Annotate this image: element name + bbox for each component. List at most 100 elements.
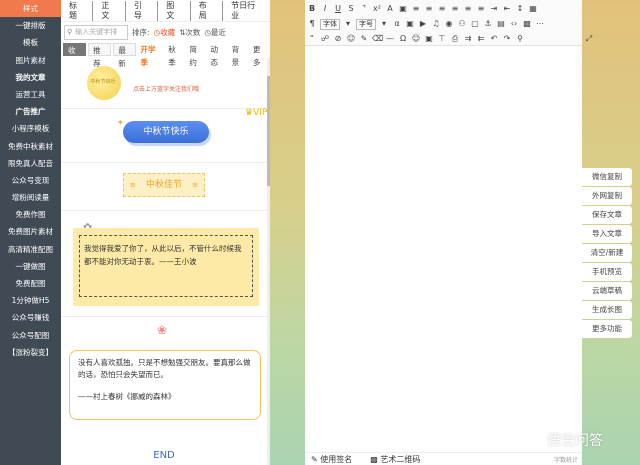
art-qrcode-button[interactable]: ▩ 艺术二维码 [370, 454, 420, 465]
print-icon[interactable]: ⎙ [450, 34, 460, 44]
tab-latest[interactable]: 最新 [113, 43, 137, 68]
sidebar-item-mini-program[interactable]: 小程序模板 [0, 120, 61, 137]
fullscreen-icon[interactable]: ⤢ [584, 34, 594, 44]
sidebar-item-fission[interactable]: 【涨粉裂变】 [0, 344, 61, 361]
frame-icon[interactable]: ▢ [470, 19, 480, 29]
video-icon[interactable]: ▶ [418, 19, 428, 29]
strike-icon[interactable]: S [346, 4, 356, 14]
sidebar-item-earn[interactable]: 公众号赚钱 [0, 309, 61, 326]
more-functions-button[interactable]: 更多功能 [582, 320, 632, 338]
sidebar-item-free-match[interactable]: 免费配图 [0, 275, 61, 292]
sidebar-item-account-images[interactable]: 公众号配图 [0, 327, 61, 344]
nav-festival[interactable]: 节日行业 [223, 1, 270, 21]
tab-recommended[interactable]: 推荐 [88, 43, 112, 68]
undo-icon[interactable]: ↶ [489, 34, 499, 44]
more-icon[interactable]: ⋯ [535, 19, 545, 29]
clear-new-button[interactable]: 清空/新建 [582, 244, 632, 262]
sidebar-item-one-click-draw[interactable]: 一键做图 [0, 258, 61, 275]
bullet-list-icon[interactable]: ≡ [424, 4, 434, 14]
sidebar-item-h5[interactable]: 1分钟做H5 [0, 292, 61, 309]
align-right-icon[interactable]: ≡ [463, 4, 473, 14]
clear-format-icon[interactable]: ⌫ [372, 34, 383, 44]
use-signature-button[interactable]: ✎ 使用签名 [311, 454, 352, 465]
tab-autumn[interactable]: 秋季 [164, 43, 185, 67]
font-size-select[interactable]: 字号 [356, 18, 376, 30]
emotion-icon[interactable]: ☺ [346, 34, 356, 44]
justify-icon[interactable]: ≡ [476, 4, 486, 14]
sidebar-item-hd-images[interactable]: 高清精准配图 [0, 241, 61, 258]
sidebar-item-monetize[interactable]: 公众号变现 [0, 172, 61, 189]
direction-rtl-icon[interactable]: ⇇ [476, 34, 486, 44]
italic-icon[interactable]: I [320, 4, 330, 14]
tab-simple[interactable]: 简约 [185, 43, 206, 67]
format-painter-icon[interactable]: ✎ [359, 34, 369, 44]
outdent-icon[interactable]: ⇤ [502, 4, 512, 14]
mobile-preview-button[interactable]: 手机预览 [582, 263, 632, 281]
sidebar-item-my-articles[interactable]: 我的文章 [0, 69, 61, 86]
nav-graphic[interactable]: 图文 [158, 0, 191, 21]
superscript-icon[interactable]: x² [372, 4, 382, 14]
sidebar-item-free-images[interactable]: 免费图片素材 [0, 223, 61, 240]
music-icon[interactable]: ♫ [431, 19, 441, 29]
sidebar-item-template[interactable]: 模板 [0, 34, 61, 51]
sidebar-item-free-draw[interactable]: 免费作图 [0, 206, 61, 223]
sidebar-item-style[interactable]: 样式 [0, 0, 61, 18]
nav-guide[interactable]: 引导 [126, 0, 159, 21]
wechat-copy-button[interactable]: 微信复制 [582, 168, 632, 186]
align-center-icon[interactable]: ≡ [450, 4, 460, 14]
chart-icon[interactable]: ▩ [522, 19, 532, 29]
sidebar-item-voice[interactable]: 限免真人配音 [0, 155, 61, 172]
omega-icon[interactable]: Ω [398, 34, 408, 44]
tab-dynamic[interactable]: 动态 [207, 43, 228, 67]
cloud-draft-button[interactable]: 云端草稿 [582, 282, 632, 300]
paragraph-icon[interactable]: ¶ [307, 19, 317, 29]
case-icon[interactable]: α [392, 19, 402, 29]
tab-background[interactable]: 背景 [228, 43, 249, 67]
highlight-icon[interactable]: ▣ [398, 4, 408, 14]
date-icon[interactable]: ▣ [424, 34, 434, 44]
import-article-button[interactable]: 导入文章 [582, 225, 632, 243]
font-family-select[interactable]: 字体 [320, 18, 340, 30]
line-height-icon[interactable]: ↕ [515, 4, 525, 14]
direction-ltr-icon[interactable]: ⇉ [463, 34, 473, 44]
style-item-moon-banner[interactable]: 中秋节快乐 点击上方蓝字关注我们哦 [61, 60, 267, 104]
editor-content-area[interactable] [305, 46, 582, 452]
nav-body[interactable]: 正文 [93, 0, 126, 21]
sort-recent[interactable]: ◷ 最近 [204, 27, 226, 38]
sidebar-item-free-material[interactable]: 免费中秋素材 [0, 138, 61, 155]
code-icon[interactable]: ‹› [509, 19, 519, 29]
tab-school-season[interactable]: 开学季 [136, 43, 164, 67]
search-input[interactable]: ⚲ 输入关键字排 [64, 24, 128, 40]
smiley-icon[interactable]: ☺ [411, 34, 421, 44]
attachment-icon[interactable]: ⚇ [457, 19, 467, 29]
sidebar-item-one-click[interactable]: 一键排版 [0, 17, 61, 34]
map-icon[interactable]: ◉ [444, 19, 454, 29]
table-icon[interactable]: ▦ [528, 4, 538, 14]
font-color-icon[interactable]: A [385, 4, 395, 14]
word-count[interactable]: 字数统计 [554, 455, 578, 464]
search-replace-icon[interactable]: ⚲ [515, 34, 525, 44]
link-icon[interactable]: ☍ [320, 34, 330, 44]
sidebar-item-images[interactable]: 图片素材 [0, 52, 61, 69]
style-item-quote-box[interactable]: 我觉得我爱了你了，从此以后，不管什么时候我都不能对你无动于衷。——王小波 [73, 228, 259, 306]
external-copy-button[interactable]: 外网复制 [582, 187, 632, 205]
long-image-button[interactable]: 生成长图 [582, 301, 632, 319]
scroll-thumb[interactable] [267, 76, 270, 186]
unlink-icon[interactable]: ⊘ [333, 34, 343, 44]
panel-scrollbar[interactable] [267, 58, 270, 465]
redo-icon[interactable]: ↷ [502, 34, 512, 44]
bold-icon[interactable]: B [307, 4, 317, 14]
sidebar-item-fans[interactable]: 增粉阅读量 [0, 189, 61, 206]
sort-favorites[interactable]: ◷ 收藏 [154, 27, 176, 38]
style-item-festival-tag[interactable]: ≡ 中秋佳节 ≡ [61, 168, 267, 204]
image-icon[interactable]: ▣ [405, 19, 415, 29]
align-left-icon[interactable]: ≡ [437, 4, 447, 14]
sidebar-item-ops-tools[interactable]: 运营工具 [0, 86, 61, 103]
nav-title[interactable]: 标题 [61, 0, 94, 21]
save-article-button[interactable]: 保存文章 [582, 206, 632, 224]
ordered-list-icon[interactable]: ≡ [411, 4, 421, 14]
indent-icon[interactable]: ⇥ [489, 4, 499, 14]
horizontal-rule-icon[interactable]: — [385, 34, 395, 44]
underline-icon[interactable]: U [333, 4, 343, 14]
sidebar-item-ads[interactable]: 广告推广 [0, 103, 61, 120]
